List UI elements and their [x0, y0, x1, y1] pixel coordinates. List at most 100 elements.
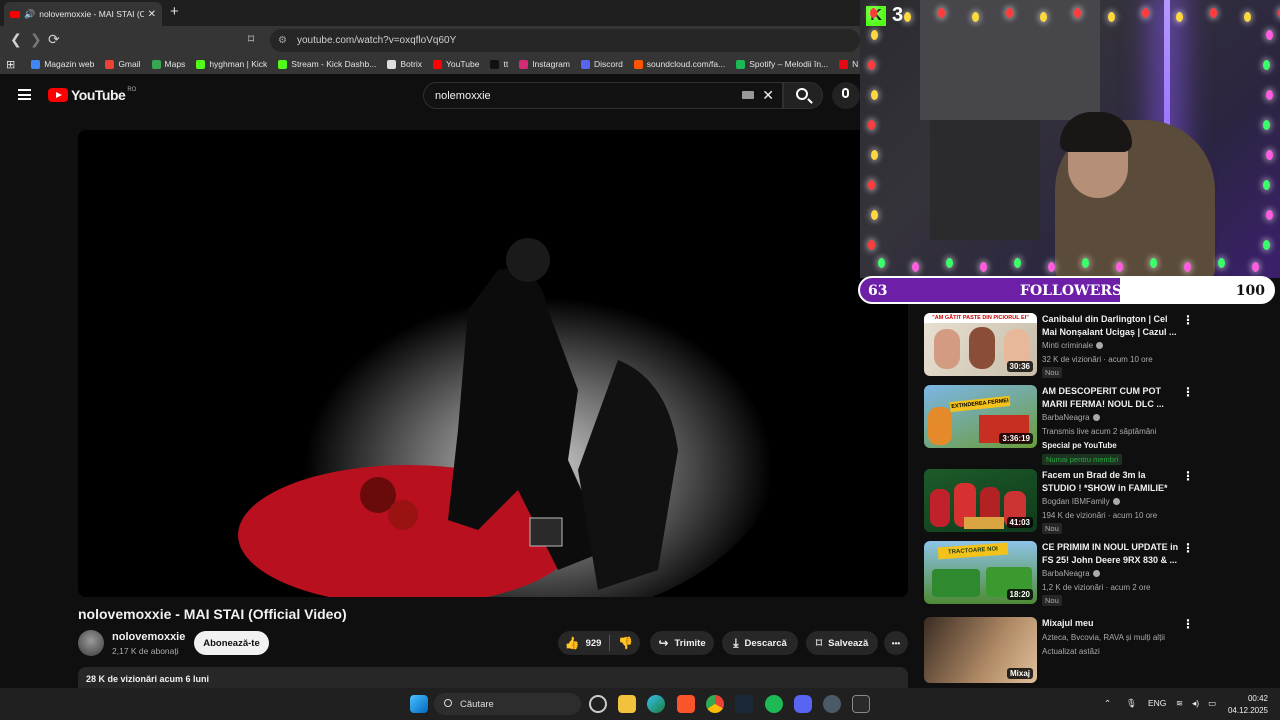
browser-tab-active[interactable]: 🔊 nolovemoxxie - MAI STAI (Off ✕: [4, 2, 162, 26]
bookmark-item[interactable]: Stream - Kick Dashb...: [278, 59, 376, 69]
thumbnail-caption: EXTINDEREA FERMEI: [949, 395, 1011, 413]
address-bar[interactable]: ⚙ youtube.com/watch?v=oxqfloVq60Y: [270, 29, 860, 52]
recommended-mix[interactable]: Mixaj Mixajul meu Azteca, Bvcovia, RAVA …: [924, 617, 1264, 683]
video-thumbnail[interactable]: 41:03: [924, 469, 1037, 532]
channel-name[interactable]: Minti criminale: [1042, 341, 1093, 350]
new-tab-button[interactable]: +: [170, 3, 179, 20]
video-title[interactable]: Mixajul meu: [1042, 617, 1182, 630]
steam-icon[interactable]: [735, 695, 753, 713]
light-bulb-decoration: [871, 150, 878, 160]
bookmark-item[interactable]: Gmail: [105, 59, 141, 69]
light-bulb-decoration: [1266, 90, 1273, 100]
bookmark-item[interactable]: hyghman | Kick: [196, 59, 267, 69]
bookmark-item[interactable]: Discord: [580, 59, 623, 69]
bookmark-label: Stream - Kick Dashb...: [291, 59, 377, 69]
subscribe-button[interactable]: Abonează-te: [194, 631, 269, 655]
bookmark-page-icon[interactable]: ⌑: [248, 32, 254, 46]
recommended-video-4[interactable]: TRACTOARE NOI 18:20 CE PRIMIM IN NOUL UP…: [924, 541, 1264, 609]
search-button[interactable]: [783, 82, 823, 109]
bookmark-favicon-icon: [839, 59, 849, 69]
bookmark-item[interactable]: tt: [490, 59, 508, 69]
download-button[interactable]: ⤓ Descarcă: [722, 631, 798, 655]
back-arrow-icon[interactable]: ❮: [10, 31, 22, 48]
channel-name[interactable]: Bogdan IBMFamily: [1042, 497, 1110, 506]
channel-name[interactable]: BarbaNeagra: [1042, 413, 1090, 422]
edge-icon[interactable]: [647, 695, 665, 713]
recommended-video-2[interactable]: EXTINDEREA FERMEI 3:36:19 AM DESCOPERIT …: [924, 385, 1264, 465]
windows-start-icon[interactable]: [410, 695, 428, 713]
wifi-icon[interactable]: ≋: [1176, 698, 1183, 709]
system-clock[interactable]: 00:42 04.12.2025: [1228, 693, 1268, 717]
mix-label: Mixaj: [1006, 668, 1033, 679]
forward-arrow-icon[interactable]: ❯: [30, 31, 42, 48]
video-title[interactable]: AM DESCOPERIT CUM POT MARII FERMA! NOUL …: [1042, 385, 1182, 411]
video-title[interactable]: Canibalul din Darlington | Cel Mai Nonșa…: [1042, 313, 1182, 339]
bookmark-item[interactable]: soundcloud.com/fa...: [633, 59, 726, 69]
site-info-icon[interactable]: ⚙: [278, 35, 287, 46]
light-bulb-decoration: [1014, 258, 1021, 268]
more-vert-icon[interactable]: ⋮: [1182, 469, 1194, 483]
volume-icon[interactable]: ◂): [1192, 698, 1199, 709]
apps-grid-icon[interactable]: ⊞: [6, 58, 15, 71]
chrome-icon[interactable]: [706, 695, 724, 713]
more-vert-icon[interactable]: ⋮: [1182, 617, 1194, 631]
more-vert-icon[interactable]: ⋮: [1182, 313, 1194, 327]
video-title[interactable]: Facem un Brad de 3m la STUDIO ! *SHOW in…: [1042, 469, 1182, 495]
channel-avatar[interactable]: [78, 630, 104, 656]
tab-close-icon[interactable]: ✕: [148, 9, 156, 20]
discord-icon[interactable]: [794, 695, 812, 713]
video-thumbnail[interactable]: EXTINDEREA FERMEI 3:36:19: [924, 385, 1037, 448]
bookmark-item[interactable]: Magazin web: [31, 59, 94, 69]
bookmark-item[interactable]: N: [839, 59, 858, 69]
bookmark-item[interactable]: Maps: [151, 59, 185, 69]
video-title[interactable]: CE PRIMIM IN NOUL UPDATE in FS 25! John …: [1042, 541, 1182, 567]
taskbar-search[interactable]: Căutare: [434, 693, 581, 715]
audio-playing-icon[interactable]: 🔊: [24, 9, 35, 20]
more-vert-icon[interactable]: ⋮: [1182, 385, 1194, 399]
followers-label: FOLLOWERS: [1020, 283, 1123, 299]
language-indicator[interactable]: ENG: [1148, 698, 1166, 708]
bookmark-item[interactable]: Botrix: [387, 59, 422, 69]
save-button[interactable]: ⌑ Salvează: [806, 631, 878, 655]
light-bulb-decoration: [871, 30, 878, 40]
recommended-video-3[interactable]: 41:03 Facem un Brad de 3m la STUDIO ! *S…: [924, 469, 1264, 537]
video-thumbnail[interactable]: "AM GĂTIT PASTE DIN PICIORUL EI" 30:36: [924, 313, 1037, 376]
bookmark-favicon-icon: [387, 59, 397, 69]
tray-overflow-icon[interactable]: ⌃: [1104, 698, 1111, 709]
microphone-tray-icon[interactable]: 🎙: [1126, 698, 1137, 709]
like-count[interactable]: 929: [586, 638, 602, 649]
channel-name[interactable]: nolovemoxxie: [112, 631, 185, 643]
channel-name-row: BarbaNeagra: [1042, 413, 1100, 422]
light-bulb-decoration: [1176, 12, 1183, 22]
widgets-icon[interactable]: [589, 695, 607, 713]
epic-games-icon[interactable]: [852, 695, 870, 713]
thumbs-up-icon[interactable]: 👍: [565, 636, 580, 650]
battery-icon[interactable]: ▭: [1208, 698, 1216, 709]
recommended-video-1[interactable]: "AM GĂTIT PASTE DIN PICIORUL EI" 30:36 C…: [924, 313, 1264, 381]
bookmark-item[interactable]: Instagram: [519, 59, 570, 69]
bookmark-label: soundcloud.com/fa...: [646, 59, 726, 69]
voice-search-button[interactable]: [832, 82, 860, 109]
video-thumbnail[interactable]: TRACTOARE NOI 18:20: [924, 541, 1037, 604]
video-thumbnail[interactable]: Mixaj: [924, 617, 1037, 683]
channel-name[interactable]: BarbaNeagra: [1042, 569, 1090, 578]
search-input[interactable]: nolemoxxie ✕: [423, 82, 783, 109]
menu-icon[interactable]: [18, 89, 31, 100]
bookmark-item[interactable]: Spotify – Melodii în...: [736, 59, 828, 69]
file-explorer-icon[interactable]: [618, 695, 636, 713]
settings-gear-icon[interactable]: [823, 695, 841, 713]
keyboard-icon[interactable]: [742, 91, 754, 99]
share-button[interactable]: ↪ Trimite: [650, 631, 714, 655]
reload-icon[interactable]: ⟳: [48, 31, 60, 48]
more-actions-button[interactable]: •••: [884, 631, 908, 655]
members-only-badge: Numai pentru membri: [1042, 454, 1123, 465]
more-vert-icon[interactable]: ⋮: [1182, 541, 1194, 555]
clear-search-icon[interactable]: ✕: [762, 87, 774, 104]
youtube-logo[interactable]: YouTube RO: [48, 87, 136, 103]
bookmark-item[interactable]: YouTube: [433, 59, 479, 69]
video-player[interactable]: [78, 130, 908, 597]
brave-icon[interactable]: [677, 695, 695, 713]
thumbs-down-icon[interactable]: 👎: [618, 636, 633, 650]
light-bulb-decoration: [1263, 120, 1270, 130]
spotify-icon[interactable]: [765, 695, 783, 713]
